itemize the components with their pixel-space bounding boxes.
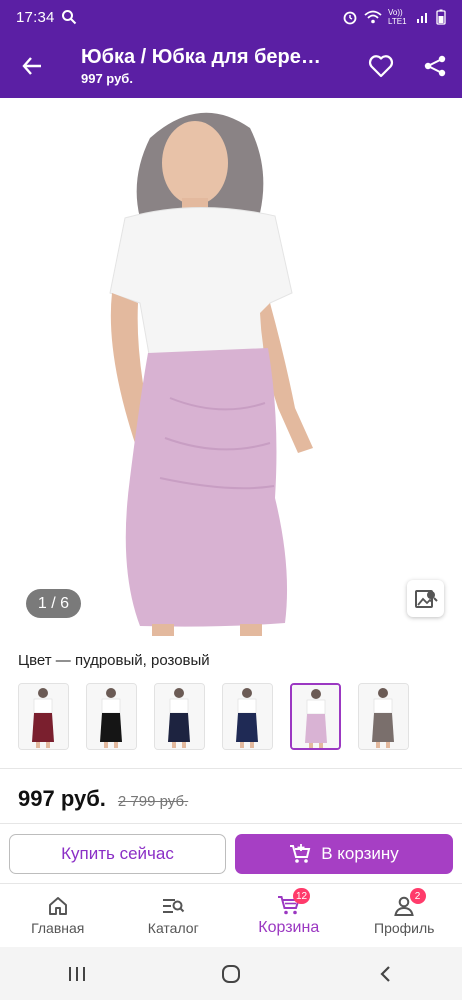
image-search-button[interactable] [407, 580, 444, 617]
color-label: Цвет — пудровый, розовый [18, 652, 210, 669]
divider [0, 768, 462, 769]
bottom-nav: Главная Каталог 12 Корзина 2 Профиль [0, 883, 462, 947]
add-to-cart-label: В корзину [321, 844, 399, 863]
price-row: 997 руб. 2 799 руб. [18, 786, 188, 812]
wifi-icon [364, 10, 382, 24]
nav-item-cart[interactable]: 12 Корзина [231, 884, 347, 947]
color-swatches [18, 683, 409, 750]
home-system-button[interactable] [201, 954, 261, 994]
color-swatch[interactable] [154, 683, 205, 750]
cart-plus-icon [290, 844, 311, 863]
arrow-left-icon [22, 57, 41, 75]
signal-icon [417, 13, 427, 23]
system-nav-bar [0, 947, 462, 1000]
back-button[interactable] [0, 34, 64, 98]
share-icon [424, 55, 446, 77]
nav-item-catalog[interactable]: Каталог [116, 884, 232, 947]
status-bar: 17:34 Vo)) LTE1 [0, 0, 462, 34]
color-swatch[interactable] [290, 683, 341, 750]
profile-badge: 2 [409, 888, 426, 904]
alarm-icon [343, 11, 357, 25]
nav-item-home[interactable]: Главная [0, 884, 116, 947]
page-subtitle-price: 997 руб. [81, 71, 133, 86]
favorite-button[interactable] [354, 34, 408, 98]
nav-label: Главная [31, 920, 85, 936]
recent-apps-button[interactable] [47, 954, 107, 994]
search-status-icon [61, 10, 76, 25]
swatch-thumbnail [292, 685, 339, 748]
nav-label: Корзина [258, 919, 320, 936]
gallery-counter: 1 / 6 [26, 589, 81, 618]
battery-icon [436, 9, 446, 25]
product-photo [30, 98, 432, 636]
home-icon [48, 897, 67, 915]
swatch-thumbnail [223, 684, 272, 749]
catalog-search-icon [163, 899, 185, 913]
image-search-icon [414, 589, 438, 608]
network-label: Vo)) LTE1 [388, 8, 407, 26]
page-title: Юбка / Юбка для бере… [81, 46, 321, 68]
product-image[interactable] [30, 98, 432, 636]
buy-now-button[interactable]: Купить сейчас [9, 834, 226, 874]
color-swatch[interactable] [222, 683, 273, 750]
color-swatch[interactable] [358, 683, 409, 750]
share-button[interactable] [408, 34, 462, 98]
swatch-thumbnail [359, 684, 408, 749]
buy-now-label: Купить сейчас [61, 844, 174, 863]
divider [0, 823, 462, 824]
old-price: 2 799 руб. [117, 793, 189, 810]
home-circle-icon [222, 964, 240, 983]
recent-apps-icon [69, 966, 85, 981]
heart-icon [368, 55, 394, 78]
swatch-thumbnail [87, 684, 136, 749]
nav-label: Каталог [147, 920, 199, 936]
status-time: 17:34 [16, 8, 55, 26]
chevron-left-icon [380, 965, 390, 982]
add-to-cart-button[interactable]: В корзину [235, 834, 453, 874]
color-swatch[interactable] [86, 683, 137, 750]
cart-badge: 12 [293, 888, 311, 904]
color-swatch[interactable] [18, 683, 69, 750]
back-system-button[interactable] [355, 954, 415, 994]
swatch-thumbnail [19, 684, 68, 749]
current-price: 997 руб. [18, 786, 106, 811]
swatch-thumbnail [155, 684, 204, 749]
nav-item-profile[interactable]: 2 Профиль [347, 884, 462, 947]
app-bar: Юбка / Юбка для бере… 997 руб. [0, 34, 462, 98]
nav-label: Профиль [374, 920, 435, 936]
